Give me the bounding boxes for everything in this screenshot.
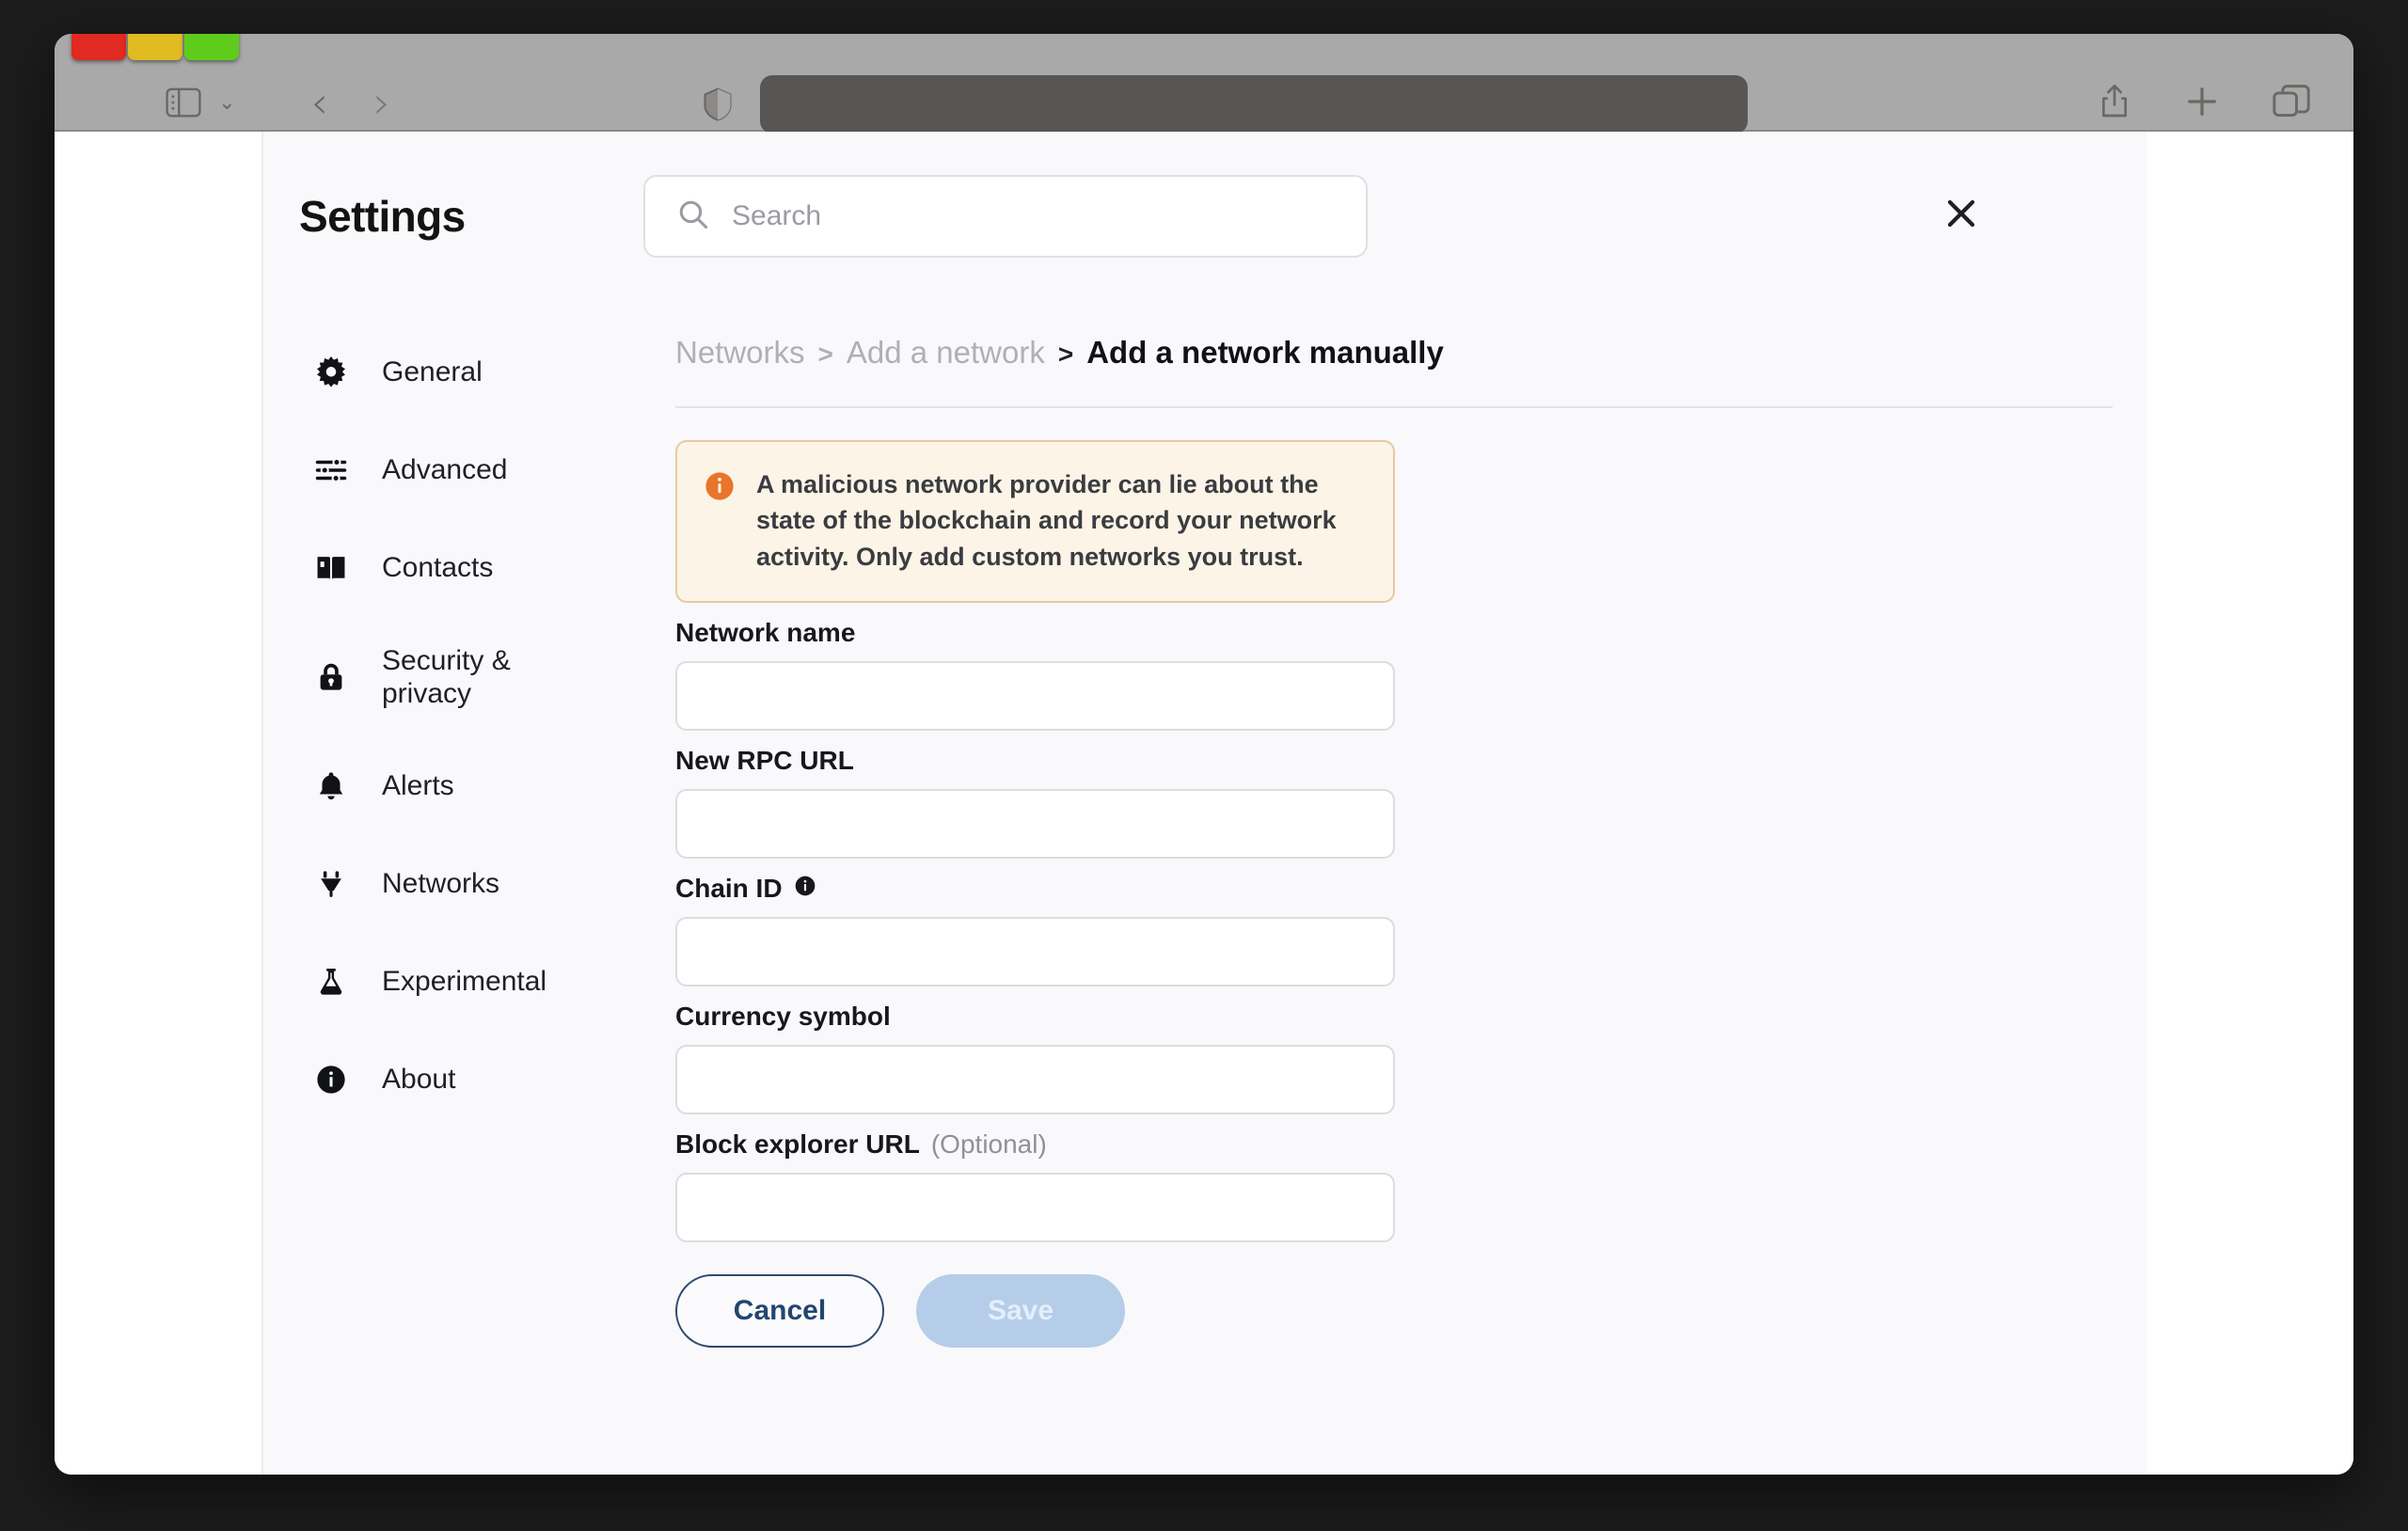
search-placeholder: Search xyxy=(732,200,822,231)
browser-toolbar: ⌄ ‹ › xyxy=(55,34,2353,134)
window-controls xyxy=(71,34,239,60)
field-new-rpc-url: New RPC URL xyxy=(675,746,1395,859)
warning-info-icon xyxy=(704,470,736,507)
page-right-gutter xyxy=(2147,132,2353,1475)
tab-overview-icon[interactable] xyxy=(2273,84,2310,119)
sidebar-item-label: About xyxy=(382,1064,456,1096)
new-rpc-url-input[interactable] xyxy=(675,788,1395,859)
field-label: Chain ID xyxy=(675,874,1383,904)
network-name-input[interactable] xyxy=(675,660,1395,731)
breadcrumb-add-network[interactable]: Add a network xyxy=(847,335,1045,371)
url-bar-group xyxy=(704,75,1748,134)
chain-id-info-icon[interactable] xyxy=(794,874,816,904)
field-label-text: New RPC URL xyxy=(675,745,854,775)
field-label-text: Block explorer URL xyxy=(675,1129,920,1159)
field-optional-tag: (Optional) xyxy=(930,1129,1047,1159)
sidebar-item-experimental[interactable]: Experimental xyxy=(263,933,640,1031)
browser-window: ⌄ ‹ › Settings Search General Advanced C… xyxy=(55,34,2353,1475)
settings-sidebar: General Advanced Contacts Security & pri… xyxy=(263,301,640,1475)
settings-body: General Advanced Contacts Security & pri… xyxy=(263,301,2147,1475)
toolbar-left-group: ⌄ ‹ › xyxy=(166,81,390,124)
flask-icon xyxy=(312,966,350,998)
breadcrumb-separator: > xyxy=(1057,339,1074,369)
sidebar-item-label: Alerts xyxy=(382,770,454,802)
field-currency-symbol: Currency symbol xyxy=(675,1002,1395,1114)
forward-button[interactable]: › xyxy=(373,81,390,124)
sidebar-item-contacts[interactable]: Contacts xyxy=(263,519,640,617)
shield-icon[interactable] xyxy=(704,87,732,121)
search-icon xyxy=(677,198,709,235)
breadcrumb-networks[interactable]: Networks xyxy=(675,335,805,371)
minimize-window-button[interactable] xyxy=(128,34,182,60)
block-explorer-url-input[interactable] xyxy=(675,1172,1395,1242)
gear-icon xyxy=(312,356,350,388)
toolbar-right-group xyxy=(2098,83,2310,120)
share-icon[interactable] xyxy=(2098,83,2131,120)
maximize-window-button[interactable] xyxy=(184,34,239,60)
plug-icon xyxy=(312,868,350,900)
back-button[interactable]: ‹ xyxy=(310,81,327,124)
screen: ⌄ ‹ › Settings Search General Advanced C… xyxy=(0,0,2408,1531)
field-block-explorer-url: Block explorer URL (Optional) xyxy=(675,1129,1395,1242)
page-title: Settings xyxy=(299,192,466,241)
warning-banner: A malicious network provider can lie abo… xyxy=(675,440,1395,603)
sidebar-item-label: Experimental xyxy=(382,966,547,998)
breadcrumb: Networks > Add a network > Add a network… xyxy=(640,335,2147,371)
currency-symbol-input[interactable] xyxy=(675,1044,1395,1114)
cancel-button[interactable]: Cancel xyxy=(675,1273,884,1348)
sidebar-item-general[interactable]: General xyxy=(263,324,640,421)
plus-icon[interactable] xyxy=(2184,84,2220,119)
chevron-down-icon[interactable]: ⌄ xyxy=(218,92,235,113)
add-network-form: A malicious network provider can lie abo… xyxy=(640,408,1395,1348)
lock-icon xyxy=(312,661,350,693)
field-label: Block explorer URL (Optional) xyxy=(675,1129,1383,1160)
search-input[interactable]: Search xyxy=(643,175,1368,258)
book-icon xyxy=(312,552,350,584)
url-input[interactable] xyxy=(760,75,1748,134)
field-chain-id: Chain ID xyxy=(675,874,1395,986)
form-actions: Cancel Save xyxy=(675,1273,1383,1348)
field-label: New RPC URL xyxy=(675,746,1383,776)
field-label: Network name xyxy=(675,618,1383,648)
bell-icon xyxy=(312,770,350,802)
settings-panel: Settings Search General Advanced Contact… xyxy=(263,132,2147,1475)
field-label-text: Chain ID xyxy=(675,873,783,903)
sidebar-icon[interactable] xyxy=(166,87,201,118)
close-icon[interactable] xyxy=(1934,186,1988,241)
page-content: Settings Search General Advanced Contact… xyxy=(55,132,2353,1475)
close-window-button[interactable] xyxy=(71,34,126,60)
field-label-text: Currency symbol xyxy=(675,1001,891,1031)
sidebar-item-label: Contacts xyxy=(382,552,494,584)
settings-main: Networks > Add a network > Add a network… xyxy=(640,301,2147,1475)
save-button[interactable]: Save xyxy=(916,1273,1125,1348)
info-icon xyxy=(312,1064,350,1096)
page-left-gutter xyxy=(55,132,263,1475)
sidebar-item-advanced[interactable]: Advanced xyxy=(263,421,640,519)
field-label: Currency symbol xyxy=(675,1002,1383,1032)
breadcrumb-separator: > xyxy=(817,339,833,369)
sliders-icon xyxy=(312,454,350,486)
sidebar-item-security-privacy[interactable]: Security & privacy xyxy=(263,617,640,737)
sidebar-item-label: Advanced xyxy=(382,454,508,486)
sidebar-item-label: Security & privacy xyxy=(382,644,511,709)
field-label-text: Network name xyxy=(675,617,856,647)
field-network-name: Network name xyxy=(675,618,1395,731)
chain-id-input[interactable] xyxy=(675,916,1395,986)
sidebar-item-alerts[interactable]: Alerts xyxy=(263,737,640,835)
warning-text: A malicious network provider can lie abo… xyxy=(756,470,1337,571)
sidebar-item-networks[interactable]: Networks xyxy=(263,835,640,933)
sidebar-item-label: General xyxy=(382,356,483,388)
sidebar-item-about[interactable]: About xyxy=(263,1031,640,1129)
sidebar-item-label: Networks xyxy=(382,868,500,900)
settings-header: Settings Search xyxy=(263,132,2147,301)
breadcrumb-current: Add a network manually xyxy=(1086,335,1444,370)
